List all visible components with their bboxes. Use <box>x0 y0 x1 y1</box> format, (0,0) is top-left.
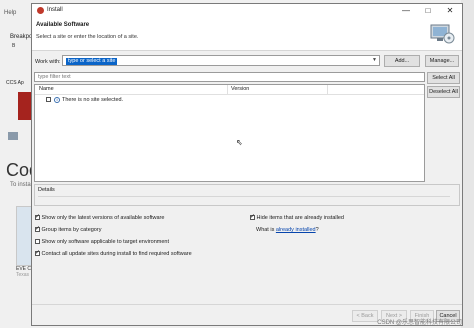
option-latest-versions[interactable]: Show only the latest versions of availab… <box>35 213 164 221</box>
work-with-label: Work with: <box>35 59 61 65</box>
column-version[interactable]: Version <box>231 86 249 92</box>
close-button[interactable]: ✕ <box>439 4 461 18</box>
chevron-down-icon[interactable]: ▼ <box>372 57 377 63</box>
back-button[interactable]: < Back <box>352 310 378 322</box>
ccs-app-label[interactable]: CCS Ap <box>6 80 24 86</box>
filter-placeholder: type filter text <box>38 74 71 80</box>
dialog-title: Install <box>47 7 63 13</box>
menu-help[interactable]: Help <box>4 10 16 16</box>
filter-input[interactable]: type filter text <box>34 72 425 82</box>
add-button[interactable]: Add... <box>384 55 420 67</box>
breakpoints-view-label[interactable]: Breakpo <box>10 34 32 40</box>
checkbox-target-environment[interactable] <box>35 239 40 244</box>
watermark-text: CSDN @乐思智能科技有限公司 <box>377 320 462 326</box>
install-banner-icon <box>430 24 455 44</box>
maximize-button[interactable]: □ <box>417 4 439 18</box>
home-icon[interactable] <box>8 132 18 140</box>
option-group-by-category[interactable]: Group items by category <box>35 225 101 233</box>
row-checkbox[interactable] <box>46 97 51 102</box>
table-row[interactable]: i There is no site selected. <box>35 95 424 104</box>
footer-divider <box>32 304 462 305</box>
minimize-button[interactable]: — <box>395 4 417 18</box>
already-installed-link[interactable]: already installed <box>276 227 316 233</box>
install-dialog: Install — □ ✕ Available Software Select … <box>31 3 463 326</box>
wizard-header: Available Software Select a site or ente… <box>32 18 462 51</box>
what-is-installed-text: What is already installed? <box>256 227 319 233</box>
deselect-all-button[interactable]: Deselect All <box>427 86 460 98</box>
work-with-value: type or select a site <box>66 58 118 65</box>
work-with-combo[interactable]: type or select a site ▼ <box>62 55 380 66</box>
checkbox-contact-all-sites[interactable] <box>35 249 40 256</box>
row-name: There is no site selected. <box>62 97 124 103</box>
mouse-cursor-icon: ⇖ <box>236 138 243 147</box>
option-contact-all-sites[interactable]: Contact all update sites during install … <box>35 249 192 257</box>
to-install-text: To instal <box>10 182 33 188</box>
eve-label: EVE C Texas <box>16 266 32 278</box>
breakpoint-item: B <box>12 43 16 49</box>
column-name[interactable]: Name <box>39 86 54 92</box>
page-subtitle: Select a site or enter the location of a… <box>36 34 139 40</box>
option-target-environment[interactable]: Show only software applicable to target … <box>35 238 169 245</box>
software-table[interactable]: Name Version i There is no site selected… <box>34 84 425 182</box>
details-divider <box>38 196 450 197</box>
column-divider[interactable] <box>227 85 228 94</box>
select-all-button[interactable]: Select All <box>427 72 460 84</box>
manage-button[interactable]: Manage... <box>425 55 459 67</box>
checkbox-hide-installed[interactable] <box>250 213 255 220</box>
ccs-logo <box>18 92 32 120</box>
option-hide-installed[interactable]: Hide items that are already installed <box>250 213 344 221</box>
eclipse-app-icon <box>37 7 44 14</box>
dialog-titlebar[interactable]: Install — □ ✕ <box>32 4 462 18</box>
column-divider[interactable] <box>327 85 328 94</box>
checkbox-group-by-category[interactable] <box>35 225 40 232</box>
info-icon: i <box>54 97 60 103</box>
details-label: Details <box>38 187 55 193</box>
checkbox-latest-versions[interactable] <box>35 213 40 220</box>
page-title: Available Software <box>36 22 90 28</box>
table-header: Name Version <box>35 85 424 95</box>
details-group: Details <box>34 184 460 206</box>
